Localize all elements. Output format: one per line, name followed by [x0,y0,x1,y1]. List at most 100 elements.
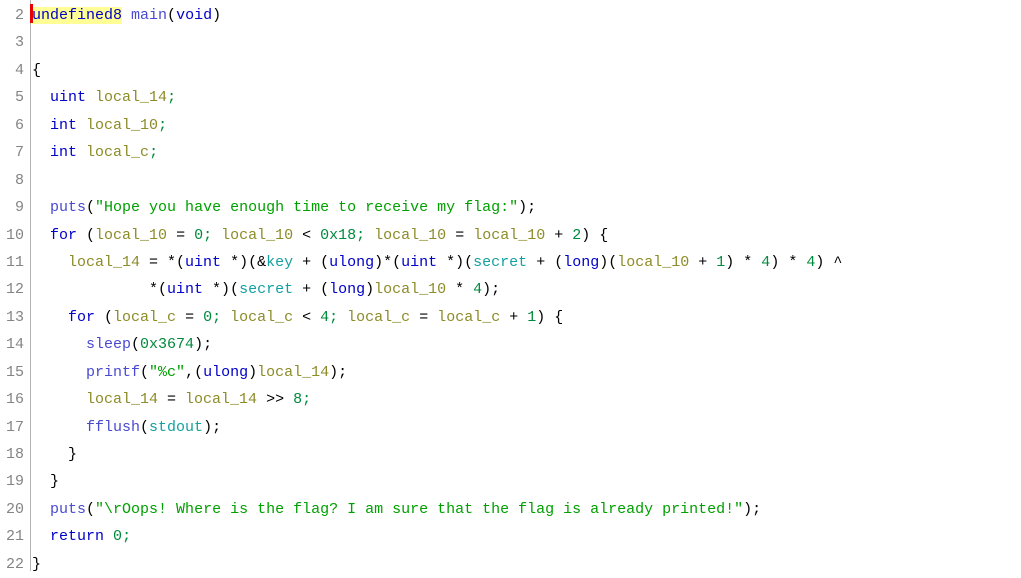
code-token[interactable]: uint [167,281,203,298]
code-token[interactable]: ; [149,144,158,161]
code-token[interactable]: ) ^ [815,254,842,271]
code-token[interactable]: )*( [374,254,401,271]
code-token[interactable]: ); [743,501,761,518]
code-line-content[interactable]: *(uint *)(secret + (long)local_10 * 4); [26,276,1021,303]
code-line[interactable]: 6 int local_10; [0,112,1021,139]
code-token[interactable] [32,199,50,216]
code-line-content[interactable]: return 0; [26,523,1021,550]
code-token[interactable]: local_10 [617,254,689,271]
code-token[interactable] [32,528,50,545]
code-line[interactable]: 8 [0,167,1021,194]
code-token[interactable]: *( [32,281,167,298]
highlighted-token[interactable]: undefined8 [32,7,123,24]
code-token[interactable] [32,336,86,353]
code-line[interactable]: 15 printf("%c",(ulong)local_14); [0,359,1021,386]
code-token[interactable]: ; [212,309,230,326]
code-line[interactable]: 2 undefined8 main(void) [0,2,1021,29]
code-token[interactable]: return [50,528,104,545]
code-token[interactable]: local_10 [86,117,158,134]
code-token[interactable]: ); [482,281,500,298]
code-token[interactable]: main [131,7,167,24]
code-token[interactable]: + ( [293,281,329,298]
code-token[interactable]: + [500,309,527,326]
code-line[interactable]: 5 uint local_14; [0,84,1021,111]
code-token[interactable]: 2 [572,227,581,244]
code-token[interactable]: + ( [293,254,329,271]
code-line-content[interactable]: undefined8 main(void) [26,2,1021,29]
code-line[interactable]: 19 } [0,468,1021,495]
code-token[interactable]: ) { [536,309,563,326]
code-token[interactable]: local_c [230,309,293,326]
code-line-content[interactable]: uint local_14; [26,84,1021,111]
code-line-content[interactable]: for (local_c = 0; local_c < 4; local_c =… [26,304,1021,331]
code-token[interactable]: secret [473,254,527,271]
code-token[interactable]: local_14 [185,391,257,408]
decompiler-code-view[interactable]: 2 undefined8 main(void) 3 4{5 uint local_14… [0,0,1021,573]
code-token[interactable]: ( [77,227,95,244]
code-token[interactable]: = [158,391,185,408]
code-token[interactable] [77,117,86,134]
code-token[interactable]: ) * [770,254,806,271]
code-token[interactable]: ulong [203,364,248,381]
code-token[interactable]: < [293,309,320,326]
code-line-content[interactable]: fflush(stdout); [26,414,1021,441]
code-token[interactable]: ( [86,199,95,216]
code-token[interactable] [104,528,113,545]
code-token[interactable]: int [50,144,77,161]
code-token[interactable]: uint [185,254,221,271]
code-line-content[interactable]: int local_c; [26,139,1021,166]
code-token[interactable]: ); [203,419,221,436]
code-token[interactable]: ) * [725,254,761,271]
code-token[interactable]: )( [599,254,617,271]
code-token[interactable]: ; [329,309,347,326]
code-token[interactable]: for [50,227,77,244]
code-token[interactable]: local_10 [221,227,293,244]
code-token[interactable]: void [176,7,212,24]
code-token[interactable]: = [167,227,194,244]
code-token[interactable] [122,7,131,24]
code-token[interactable]: >> [257,391,293,408]
code-token[interactable] [86,89,95,106]
code-token[interactable]: local_10 [473,227,545,244]
code-token[interactable] [32,364,86,381]
code-token[interactable]: stdout [149,419,203,436]
code-token[interactable]: uint [401,254,437,271]
code-token[interactable]: 1 [527,309,536,326]
code-line-content[interactable]: local_14 = *(uint *)(&key + (ulong)*(uin… [26,249,1021,276]
code-token[interactable]: ) [212,7,221,24]
code-token[interactable]: 4 [806,254,815,271]
code-token[interactable]: local_10 [95,227,167,244]
code-token[interactable]: local_10 [374,227,446,244]
code-token[interactable]: *)( [437,254,473,271]
code-line[interactable]: 18 } [0,441,1021,468]
code-token[interactable]: local_14 [86,391,158,408]
code-token[interactable]: } [32,556,41,573]
code-token[interactable]: ulong [329,254,374,271]
code-line[interactable]: 14 sleep(0x3674); [0,331,1021,358]
code-token[interactable]: < [293,227,320,244]
code-line-content[interactable]: } [26,468,1021,495]
code-token[interactable]: long [563,254,599,271]
code-line[interactable]: 3 [0,29,1021,56]
code-token[interactable]: for [68,309,95,326]
code-line-content[interactable]: } [26,441,1021,468]
code-token[interactable]: printf [86,364,140,381]
code-token[interactable]: local_c [437,309,500,326]
code-token[interactable]: 0x18 [320,227,356,244]
code-token[interactable] [77,144,86,161]
code-line[interactable]: 13 for (local_c = 0; local_c < 4; local_… [0,304,1021,331]
code-token[interactable]: 4 [320,309,329,326]
code-line[interactable]: 21 return 0; [0,523,1021,550]
code-token[interactable]: local_c [113,309,176,326]
code-token[interactable]: ); [518,199,536,216]
code-token[interactable]: } [32,473,59,490]
code-line[interactable]: 7 int local_c; [0,139,1021,166]
code-token[interactable]: ); [194,336,212,353]
code-token[interactable] [32,227,50,244]
code-line-content[interactable]: int local_10; [26,112,1021,139]
code-line-content[interactable]: sleep(0x3674); [26,331,1021,358]
code-token[interactable]: 0 [113,528,122,545]
code-token[interactable]: = *( [140,254,185,271]
code-token[interactable]: local_c [347,309,410,326]
code-token[interactable]: local_10 [374,281,446,298]
